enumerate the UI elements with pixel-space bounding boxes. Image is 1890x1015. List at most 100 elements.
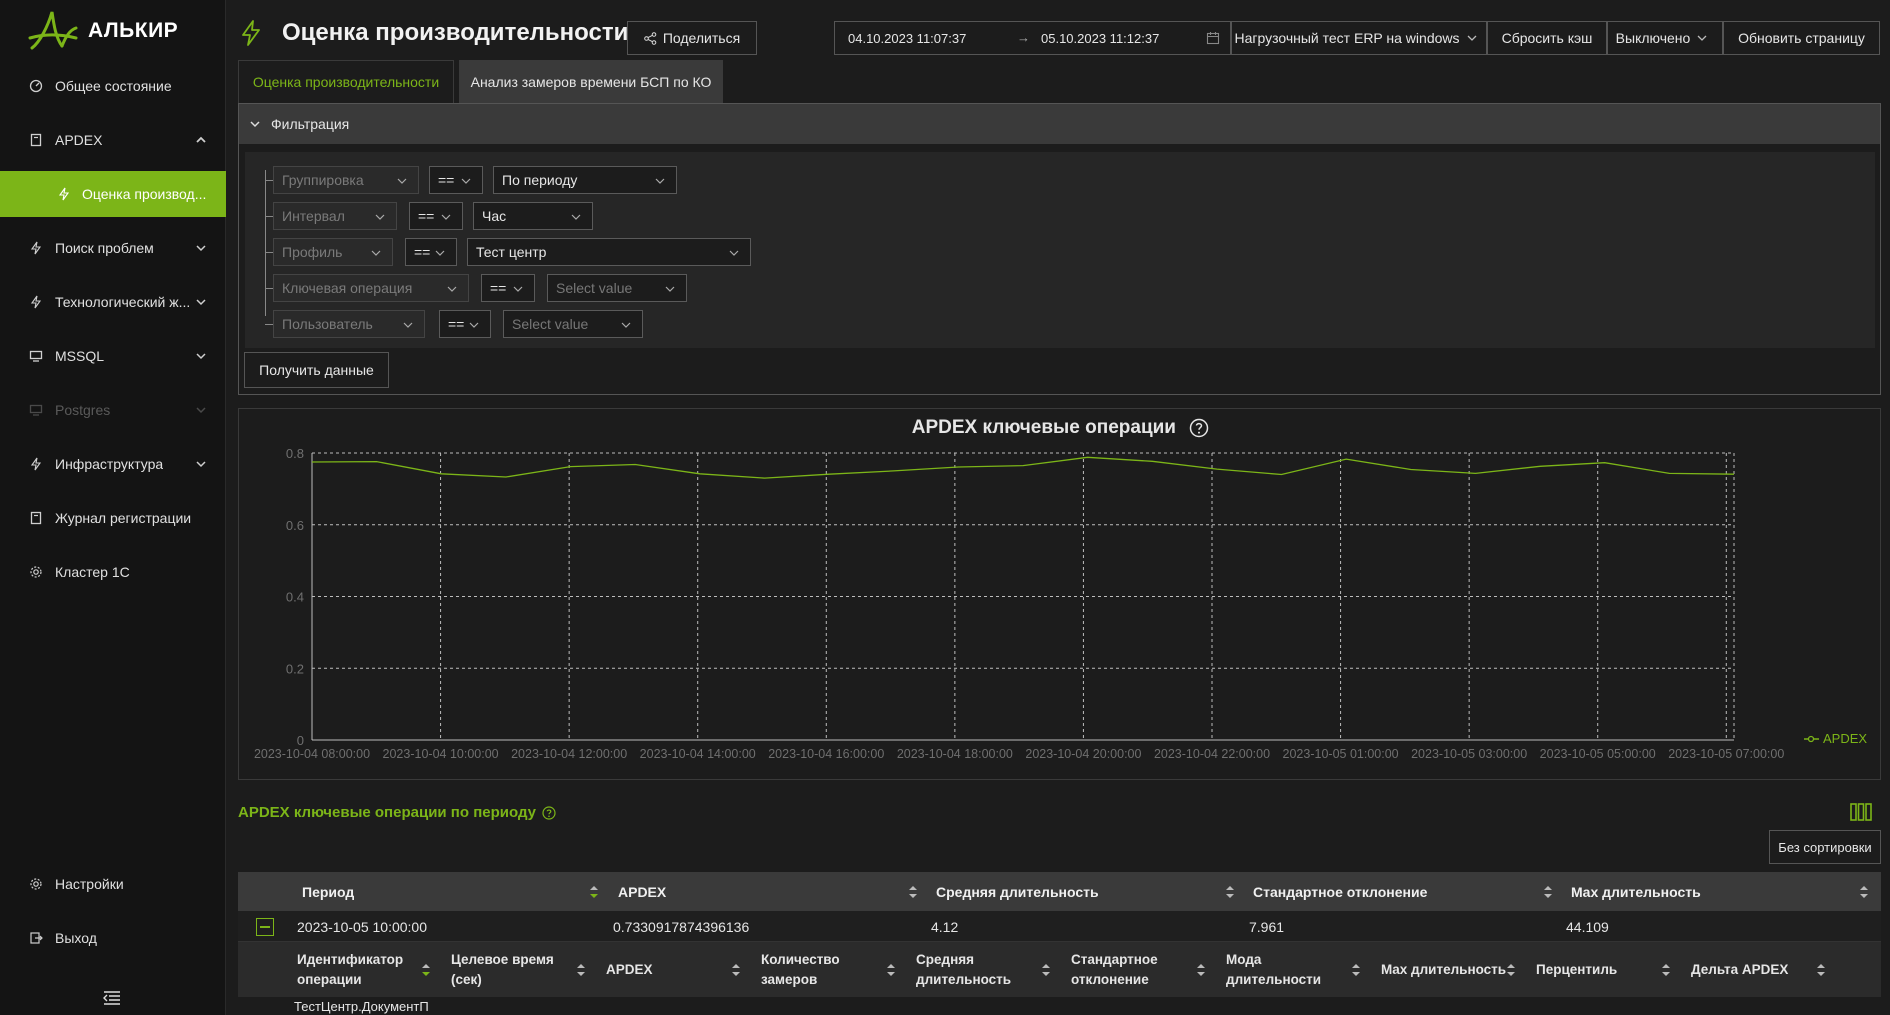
sidebar-item-performance[interactable]: Оценка производ...: [0, 171, 226, 217]
table-row: 2023-10-05 10:00:00 0.7330917874396136 4…: [238, 911, 1881, 942]
filter-operator[interactable]: ==: [429, 166, 483, 194]
sort-icon[interactable]: [1041, 962, 1051, 978]
tab-performance[interactable]: Оценка производительности: [238, 60, 454, 103]
date-to[interactable]: 05.10.2023 11:12:37: [1041, 31, 1159, 46]
sort-icon[interactable]: [1661, 962, 1671, 978]
share-button[interactable]: Поделиться: [627, 21, 757, 55]
subcolumn-header-line: длительности: [1226, 972, 1322, 987]
load-test-profile-select[interactable]: Нагрузочный тест ERP на windows: [1231, 21, 1487, 55]
sidebar-item-techlog[interactable]: Технологический ж...: [0, 279, 226, 325]
subcolumn-header-max-duration[interactable]: Max длительность: [1381, 960, 1506, 980]
subcolumn-header-apdex[interactable]: APDEX: [606, 960, 653, 980]
chevron-down-icon: [441, 214, 451, 220]
sort-icon[interactable]: [908, 884, 918, 900]
filter-value-profile[interactable]: Тест центр: [467, 238, 751, 266]
column-header-apdex[interactable]: APDEX: [618, 872, 666, 911]
column-header-period[interactable]: Период: [302, 872, 354, 911]
subcolumn-header-target-time[interactable]: Целевое время (сек): [451, 950, 554, 990]
tab-bsp-analysis[interactable]: Анализ замеров времени БСП по КО: [459, 60, 723, 103]
sort-icon[interactable]: [1543, 884, 1553, 900]
subcolumn-header-mode-duration[interactable]: Мода длительности: [1226, 950, 1321, 990]
filter-operator[interactable]: ==: [405, 238, 457, 266]
sort-icon[interactable]: [1506, 962, 1516, 978]
subcolumn-header-operation-id[interactable]: Идентификатор операции: [297, 950, 403, 990]
collapse-menu-icon[interactable]: [102, 990, 122, 1006]
document-icon: [28, 510, 44, 526]
filter-operator[interactable]: ==: [481, 274, 535, 302]
filter-field-profile[interactable]: Профиль: [273, 238, 393, 266]
sort-icon[interactable]: [1196, 962, 1206, 978]
filter-field-interval[interactable]: Интервал: [273, 202, 397, 230]
sort-icon[interactable]: [1351, 962, 1361, 978]
filter-header[interactable]: Фильтрация: [239, 104, 1880, 144]
sort-icon[interactable]: [421, 962, 431, 978]
sort-icon[interactable]: [576, 962, 586, 978]
date-range-picker[interactable]: 04.10.2023 11:07:37 → 05.10.2023 11:12:3…: [834, 21, 1231, 55]
column-header-avg-duration[interactable]: Средняя длительность: [936, 872, 1099, 911]
sidebar-item-label: Общее состояние: [55, 78, 172, 94]
sidebar-item-label: MSSQL: [55, 348, 105, 364]
x-tick-label: 2023-10-05 01:00:00: [1283, 747, 1399, 761]
filter-field-user[interactable]: Пользователь: [273, 310, 425, 338]
subcolumn-header-apdex-delta[interactable]: Дельта APDEX: [1691, 960, 1788, 980]
subcolumn-header-line: замеров: [761, 972, 818, 987]
help-icon[interactable]: [1189, 418, 1209, 438]
columns-icon[interactable]: [1850, 803, 1872, 821]
sidebar-item-label: Выход: [55, 930, 97, 946]
subcolumn-header-count[interactable]: Количество замеров: [761, 950, 840, 990]
filter-value-user[interactable]: Select value: [503, 310, 643, 338]
arrow-right-icon: →: [1017, 30, 1030, 45]
x-tick-label: 2023-10-04 22:00:00: [1154, 747, 1270, 761]
subcolumn-header-avg-duration[interactable]: Средняя длительность: [916, 950, 1011, 990]
collapse-row-button[interactable]: [256, 918, 274, 936]
sidebar-item-cluster[interactable]: Кластер 1С: [0, 549, 226, 595]
sort-icon[interactable]: [1816, 962, 1826, 978]
subcolumn-header-percentile[interactable]: Перцентиль: [1536, 960, 1617, 980]
filter-field-label: Интервал: [282, 208, 345, 224]
filter-value-label: По периоду: [502, 172, 578, 188]
cell-avg-duration: 4.12: [931, 919, 959, 935]
sidebar-item-apdex[interactable]: APDEX: [0, 117, 226, 163]
bolt-icon: [28, 456, 44, 472]
sort-icon[interactable]: [1859, 884, 1869, 900]
y-tick-label: 0: [297, 733, 304, 748]
sidebar-item-infrastructure[interactable]: Инфраструктура: [0, 441, 226, 487]
filter-field-key-operation[interactable]: Ключевая операция: [273, 274, 469, 302]
sidebar-item-problems[interactable]: Поиск проблем: [0, 225, 226, 271]
sort-icon[interactable]: [731, 962, 741, 978]
refresh-page-button[interactable]: Обновить страницу: [1723, 21, 1880, 55]
sidebar-item-eventlog[interactable]: Журнал регистрации: [0, 495, 226, 541]
subcolumn-header-std-dev[interactable]: Стандартное отклонение: [1071, 950, 1158, 990]
sidebar-item-overview[interactable]: Общее состояние: [0, 63, 226, 109]
bolt-icon: [242, 20, 260, 46]
get-data-button[interactable]: Получить данные: [244, 352, 389, 388]
reset-cache-button[interactable]: Сбросить кэш: [1487, 21, 1607, 55]
filter-field-label: Пользователь: [282, 316, 373, 332]
filter-value-interval[interactable]: Час: [473, 202, 593, 230]
filter-operator[interactable]: ==: [409, 202, 463, 230]
x-tick-label: 2023-10-04 14:00:00: [640, 747, 756, 761]
sort-icon[interactable]: [1225, 884, 1235, 900]
help-icon[interactable]: [542, 805, 556, 820]
sidebar-item-mssql[interactable]: MSSQL: [0, 333, 226, 379]
logo[interactable]: АЛЬКИР: [26, 8, 178, 54]
filter-value-label: Тест центр: [476, 244, 547, 260]
date-from[interactable]: 04.10.2023 11:07:37: [848, 31, 966, 46]
sidebar-item-settings[interactable]: Настройки: [0, 861, 226, 907]
filter-field-grouping[interactable]: Группировка: [273, 166, 419, 194]
sidebar-item-label: Инфраструктура: [55, 456, 164, 472]
sort-button[interactable]: Без сортировки: [1769, 830, 1881, 864]
share-button-label: Поделиться: [662, 30, 741, 46]
filter-operator[interactable]: ==: [439, 310, 491, 338]
sort-icon[interactable]: [886, 962, 896, 978]
sidebar-item-logout[interactable]: Выход: [0, 915, 226, 961]
legend-marker: [1807, 735, 1815, 743]
cell-operation-id: ТестЦентр.ДокументП: [294, 999, 429, 1014]
column-header-std-dev[interactable]: Стандартное отклонение: [1253, 872, 1427, 911]
filter-value-key-operation[interactable]: Select value: [547, 274, 687, 302]
table-title-text: APDEX ключевые операции по периоду: [238, 804, 536, 821]
auto-refresh-select[interactable]: Выключено: [1607, 21, 1723, 55]
filter-value-grouping[interactable]: По периоду: [493, 166, 677, 194]
column-header-max-duration[interactable]: Max длительность: [1571, 872, 1701, 911]
sort-icon[interactable]: [589, 884, 599, 900]
